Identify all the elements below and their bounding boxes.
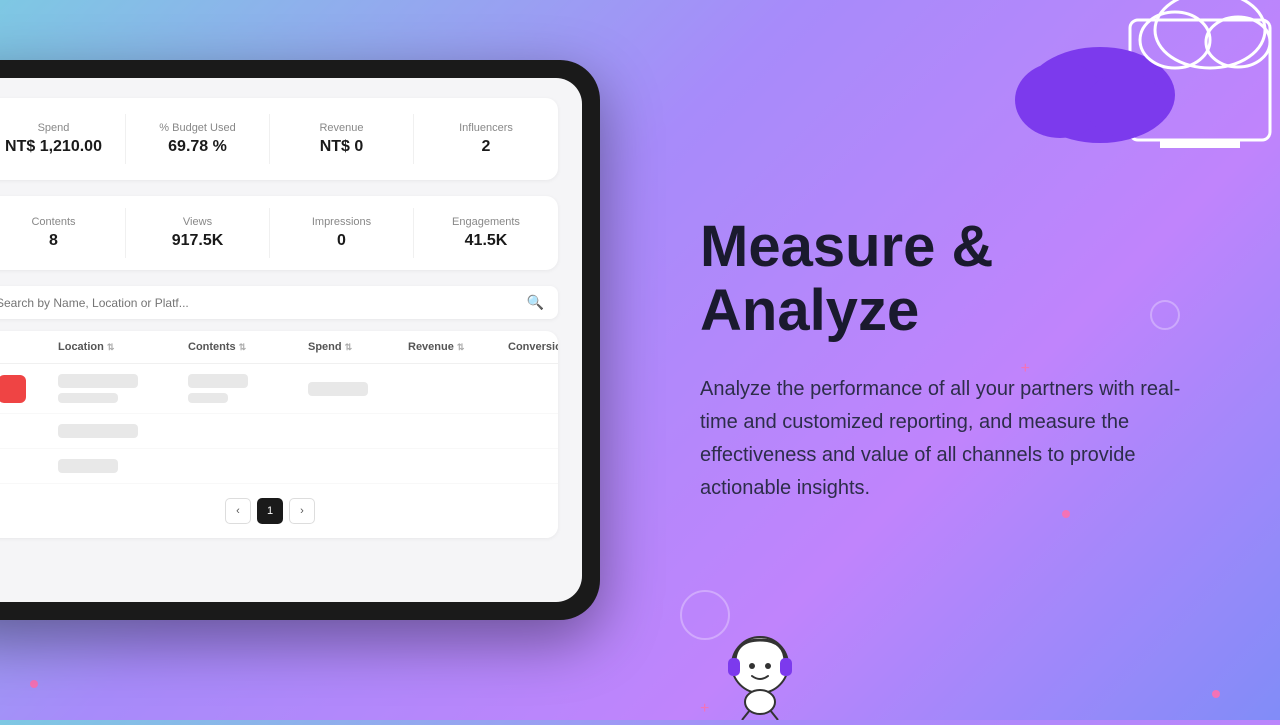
th-conversion[interactable]: Conversion ⇅: [508, 341, 558, 353]
dashboard: Spend NT$ 1,210.00 % Budget Used 69.78 %…: [0, 78, 582, 602]
row-spend-1: [308, 382, 408, 396]
stat-views: Views 917.5K: [126, 208, 270, 258]
search-input[interactable]: [0, 296, 519, 310]
row-location-1: [58, 374, 188, 403]
th-spend[interactable]: Spend ⇅: [308, 341, 408, 353]
tablet-screen: Spend NT$ 1,210.00 % Budget Used 69.78 %…: [0, 78, 582, 602]
stat-spend-label: Spend: [0, 122, 113, 134]
pagination: ‹ 1 ›: [0, 484, 558, 538]
stat-impressions: Impressions 0: [270, 208, 414, 258]
stat-contents: Contents 8: [0, 208, 126, 258]
stat-engagements-label: Engagements: [426, 216, 546, 228]
decorative-dot-2: [30, 680, 38, 688]
stat-revenue: Revenue NT$ 0: [270, 114, 414, 164]
pagination-next[interactable]: ›: [289, 498, 315, 524]
stat-contents-label: Contents: [0, 216, 113, 228]
stat-budget: % Budget Used 69.78 %: [126, 114, 270, 164]
main-description: Analyze the performance of all your part…: [700, 373, 1200, 505]
pagination-prev[interactable]: ‹: [225, 498, 251, 524]
pagination-page-1[interactable]: 1: [257, 498, 283, 524]
search-icon: 🔍: [527, 294, 544, 311]
stat-influencers-label: Influencers: [426, 122, 546, 134]
th-name: [0, 341, 58, 353]
sort-icon-contents: ⇅: [239, 342, 247, 353]
stats-row-1: Spend NT$ 1,210.00 % Budget Used 69.78 %…: [0, 98, 558, 180]
tablet-container: Spend NT$ 1,210.00 % Budget Used 69.78 %…: [0, 60, 620, 660]
character-illustration: [700, 620, 820, 720]
row-indicator-1: [0, 375, 58, 403]
stat-spend-value: NT$ 1,210.00: [0, 138, 113, 156]
stat-engagements-value: 41.5K: [426, 232, 546, 250]
stats-row-2: Contents 8 Views 917.5K Impressions 0 En…: [0, 196, 558, 270]
stat-influencers-value: 2: [426, 138, 546, 156]
table-header: Location ⇅ Contents ⇅ Spend ⇅ Revenue: [0, 331, 558, 364]
main-title: Measure & Analyze: [700, 215, 1200, 343]
stat-spend: Spend NT$ 1,210.00: [0, 114, 126, 164]
stat-contents-value: 8: [0, 232, 113, 250]
right-panel: Measure & Analyze Analyze the performanc…: [640, 0, 1280, 720]
stat-influencers: Influencers 2: [414, 114, 558, 164]
th-contents[interactable]: Contents ⇅: [188, 341, 308, 353]
data-table: Location ⇅ Contents ⇅ Spend ⇅ Revenue: [0, 331, 558, 538]
th-revenue[interactable]: Revenue ⇅: [408, 341, 508, 353]
sort-icon-location: ⇅: [107, 342, 115, 353]
stat-budget-value: 69.78 %: [138, 138, 257, 156]
stat-engagements: Engagements 41.5K: [414, 208, 558, 258]
tablet-frame: Spend NT$ 1,210.00 % Budget Used 69.78 %…: [0, 60, 600, 620]
row-location-2: [58, 424, 188, 438]
th-location[interactable]: Location ⇅: [58, 341, 188, 353]
search-bar[interactable]: 🔍: [0, 286, 558, 319]
stat-budget-label: % Budget Used: [138, 122, 257, 134]
sort-icon-spend: ⇅: [345, 342, 353, 353]
table-row: [0, 414, 558, 449]
row-contents-1: [188, 374, 308, 403]
sort-icon-revenue: ⇅: [457, 342, 465, 353]
stat-revenue-label: Revenue: [282, 122, 401, 134]
table-row: [0, 449, 558, 484]
stat-revenue-value: NT$ 0: [282, 138, 401, 156]
stat-views-value: 917.5K: [138, 232, 257, 250]
stat-impressions-value: 0: [282, 232, 401, 250]
row-location-3: [58, 459, 188, 473]
stat-views-label: Views: [138, 216, 257, 228]
table-row: [0, 364, 558, 414]
stat-impressions-label: Impressions: [282, 216, 401, 228]
